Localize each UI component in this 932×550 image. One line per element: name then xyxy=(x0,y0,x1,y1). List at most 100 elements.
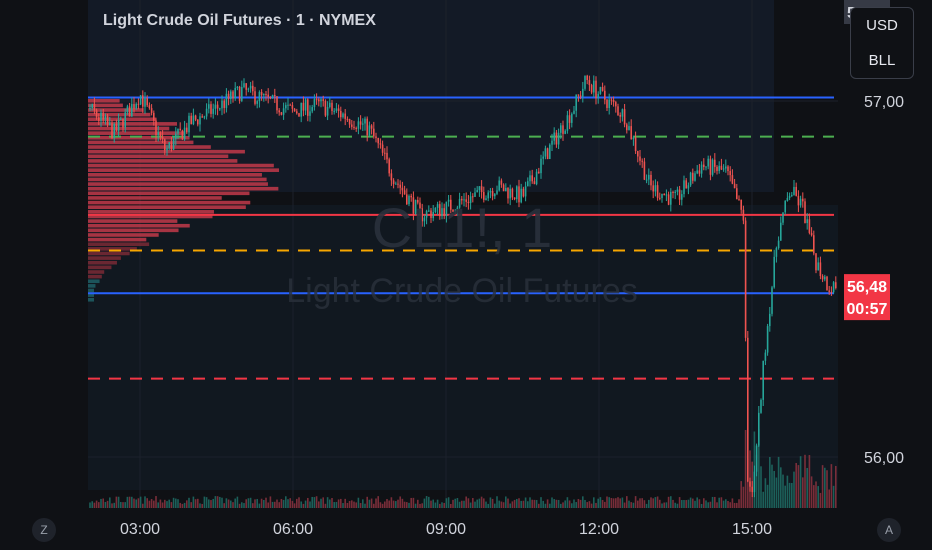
volume-bar xyxy=(582,496,584,508)
volume-bar xyxy=(659,499,661,508)
volume-bar xyxy=(531,499,533,508)
candle-body xyxy=(225,93,228,108)
volume-bar xyxy=(445,498,448,508)
candle-body xyxy=(795,186,797,196)
candle-body xyxy=(665,194,668,196)
volume-bar xyxy=(681,500,683,508)
candle-body xyxy=(109,123,111,125)
candle-body xyxy=(793,186,795,195)
currency-button[interactable]: USD xyxy=(851,8,913,43)
candle-body xyxy=(254,91,256,104)
z-button[interactable]: Z xyxy=(32,518,56,542)
candle-body xyxy=(619,115,621,117)
candle-body xyxy=(758,412,760,446)
volume-bar xyxy=(813,485,815,508)
candle-body xyxy=(654,185,657,192)
candle-body xyxy=(566,115,569,131)
volume-bar xyxy=(641,498,643,508)
volume-bar xyxy=(784,485,786,508)
volume-bar xyxy=(637,500,639,508)
profile-bar xyxy=(88,279,100,284)
volume-bar xyxy=(263,499,265,508)
volume-bar xyxy=(91,501,93,508)
candle-body xyxy=(546,148,549,160)
candle-body xyxy=(524,186,527,197)
candle-body xyxy=(575,94,577,111)
candle-body xyxy=(267,94,269,98)
candle-body xyxy=(562,125,564,134)
volume-bar xyxy=(533,499,536,508)
candle-body xyxy=(335,108,338,111)
volume-bar xyxy=(260,498,263,508)
candle-body xyxy=(531,175,533,182)
candle-body xyxy=(256,101,258,104)
volume-bar xyxy=(285,496,287,508)
candle-body xyxy=(650,174,652,186)
volume-bar xyxy=(788,482,791,508)
volume-bar xyxy=(799,456,802,508)
candle-body xyxy=(670,192,672,205)
candle-body xyxy=(705,166,707,168)
watermark-symbol: CL1!, 1 xyxy=(372,196,553,259)
volume-bar xyxy=(443,502,445,508)
candle-body xyxy=(661,193,663,199)
candle-body xyxy=(199,116,201,125)
price-chart[interactable]: CL1!, 1 Light Crude Oil Futures 58,0057,… xyxy=(0,0,932,550)
candle-body xyxy=(729,171,731,176)
candle-body xyxy=(315,99,318,101)
candle-body xyxy=(192,115,195,125)
volume-bar xyxy=(104,501,107,508)
volume-bar xyxy=(716,502,718,508)
candle-body xyxy=(245,83,247,90)
volume-bar xyxy=(333,502,335,508)
candle-body xyxy=(577,94,580,96)
candle-body xyxy=(351,124,353,127)
candle-body xyxy=(188,115,190,133)
candle-body xyxy=(555,132,558,145)
volume-bar xyxy=(540,497,542,508)
candle-body xyxy=(252,85,254,92)
volume-bar xyxy=(821,465,824,508)
volume-bar xyxy=(780,467,782,508)
volume-bar xyxy=(351,500,353,508)
volume-bar xyxy=(212,498,214,508)
auto-scale-button[interactable]: A xyxy=(877,518,901,542)
volume-bar xyxy=(89,502,91,508)
unit-button[interactable]: BLL xyxy=(851,43,913,78)
volume-bar xyxy=(423,498,426,508)
candle-body xyxy=(740,199,742,210)
candle-body xyxy=(725,166,727,169)
profile-bar xyxy=(88,186,279,191)
candle-body xyxy=(835,282,837,289)
candle-body xyxy=(124,112,126,128)
volume-bar xyxy=(725,499,727,508)
volume-bar xyxy=(247,498,250,508)
candle-body xyxy=(168,142,170,149)
volume-bar xyxy=(370,498,373,508)
volume-bar xyxy=(830,464,833,508)
candle-body xyxy=(769,313,771,327)
volume-bar xyxy=(769,456,771,508)
candle-body xyxy=(91,103,93,109)
volume-bar xyxy=(113,502,115,508)
candle-body xyxy=(324,100,327,116)
bar-countdown-label: 00:57 xyxy=(847,301,888,318)
volume-bar xyxy=(518,498,520,508)
volume-bar xyxy=(483,498,485,508)
volume-bar xyxy=(410,497,412,508)
currency-unit-toggle[interactable]: USD BLL xyxy=(850,7,914,79)
volume-bar xyxy=(447,497,450,508)
volume-bar xyxy=(153,500,155,508)
volume-bar xyxy=(639,498,641,508)
volume-bar xyxy=(590,503,593,508)
candle-body xyxy=(588,80,591,86)
candle-body xyxy=(707,158,709,167)
candle-body xyxy=(386,152,388,160)
volume-bar xyxy=(205,497,208,508)
volume-bar xyxy=(698,499,701,508)
volume-bar xyxy=(252,503,254,508)
candle-body xyxy=(828,290,830,292)
volume-bar xyxy=(485,501,487,508)
volume-bar xyxy=(634,496,637,508)
volume-bar xyxy=(137,498,140,508)
